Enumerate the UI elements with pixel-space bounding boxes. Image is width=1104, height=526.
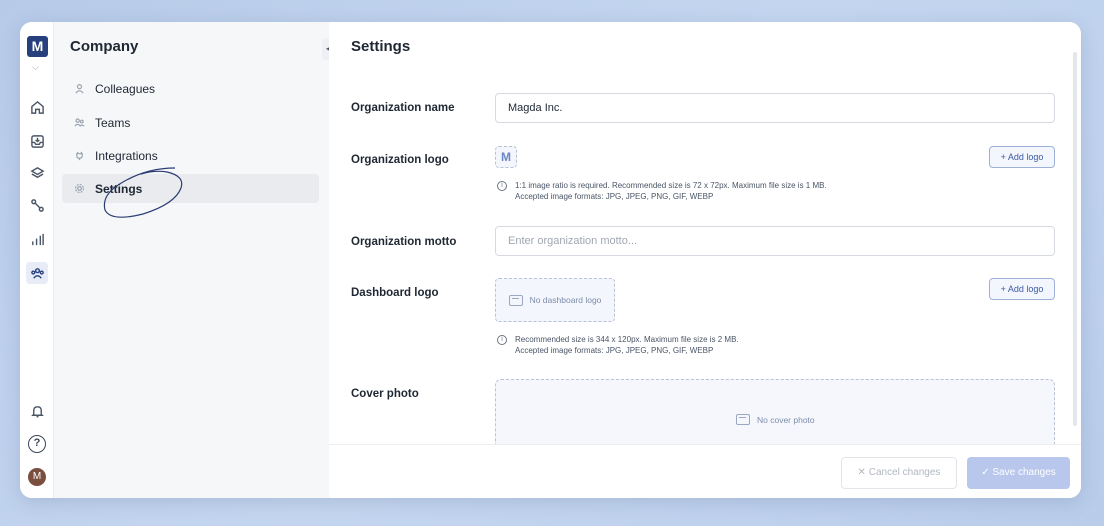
org-logo-preview: M — [495, 146, 517, 168]
workflow-icon[interactable] — [26, 194, 48, 216]
plug-icon — [74, 150, 86, 162]
user-icon — [74, 83, 86, 95]
sidebar-item-teams[interactable]: Teams — [62, 108, 319, 137]
image-icon — [736, 414, 750, 425]
sidebar-item-label: Integrations — [95, 148, 158, 163]
image-icon — [508, 294, 523, 306]
user-avatar[interactable]: M — [28, 468, 46, 486]
info-icon: i — [497, 181, 507, 191]
help-icon[interactable]: ? — [26, 433, 48, 455]
check-icon: ✓ — [981, 467, 993, 478]
org-motto-input[interactable]: Enter organization motto... — [495, 226, 1055, 256]
cancel-changes-button[interactable]: ✕ Cancel changes — [841, 457, 957, 489]
sidebar-item-colleagues[interactable]: Colleagues — [62, 74, 319, 103]
close-icon: ✕ — [857, 467, 869, 478]
app-window: M ⌵ ? M Company Colleagues Teams Integra… — [20, 22, 1081, 498]
settings-main: Settings Organization name Magda Inc. Or… — [329, 22, 1081, 498]
hand-drawn-circle-annotation — [103, 167, 183, 218]
org-name-label: Organization name — [351, 102, 455, 114]
sidebar-item-label: Teams — [95, 115, 131, 130]
chevron-down-icon[interactable]: ⌵ — [32, 62, 39, 73]
layers-icon[interactable] — [26, 162, 48, 184]
gear-icon — [74, 183, 86, 195]
dashboard-logo-info: i Recommended size is 344 x 120px. Maxim… — [497, 334, 739, 356]
action-footer: ✕ Cancel changes ✓ Save changes — [329, 444, 1081, 498]
org-name-input[interactable]: Magda Inc. — [495, 93, 1055, 123]
team-icon[interactable] — [26, 262, 48, 284]
cover-photo-label: Cover photo — [351, 388, 419, 400]
org-motto-label: Organization motto — [351, 236, 457, 248]
sidebar: Company Colleagues Teams Integrations Se… — [54, 22, 329, 498]
org-logo-label: Organization logo — [351, 154, 449, 166]
inbox-icon[interactable] — [26, 130, 48, 152]
org-logo-info: i 1:1 image ratio is required. Recommend… — [497, 180, 827, 202]
add-dashboard-logo-button[interactable]: + Add logo — [989, 278, 1055, 300]
dashboard-logo-label: Dashboard logo — [351, 287, 439, 299]
home-icon[interactable] — [26, 96, 48, 118]
bell-icon[interactable] — [26, 400, 48, 422]
chart-icon[interactable] — [26, 228, 48, 250]
info-icon: i — [497, 335, 507, 345]
workspace-logo[interactable]: M — [27, 36, 48, 57]
page-title: Settings — [351, 38, 411, 55]
dashboard-logo-dropzone[interactable]: No dashboard logo — [495, 278, 615, 322]
users-icon — [74, 117, 86, 129]
sidebar-title: Company — [70, 38, 139, 55]
add-org-logo-button[interactable]: + Add logo — [989, 146, 1055, 168]
icon-rail: M ⌵ ? M — [20, 22, 54, 498]
sidebar-item-label: Colleagues — [95, 81, 156, 96]
scrollbar[interactable] — [1073, 52, 1077, 426]
save-changes-button[interactable]: ✓ Save changes — [967, 457, 1070, 489]
